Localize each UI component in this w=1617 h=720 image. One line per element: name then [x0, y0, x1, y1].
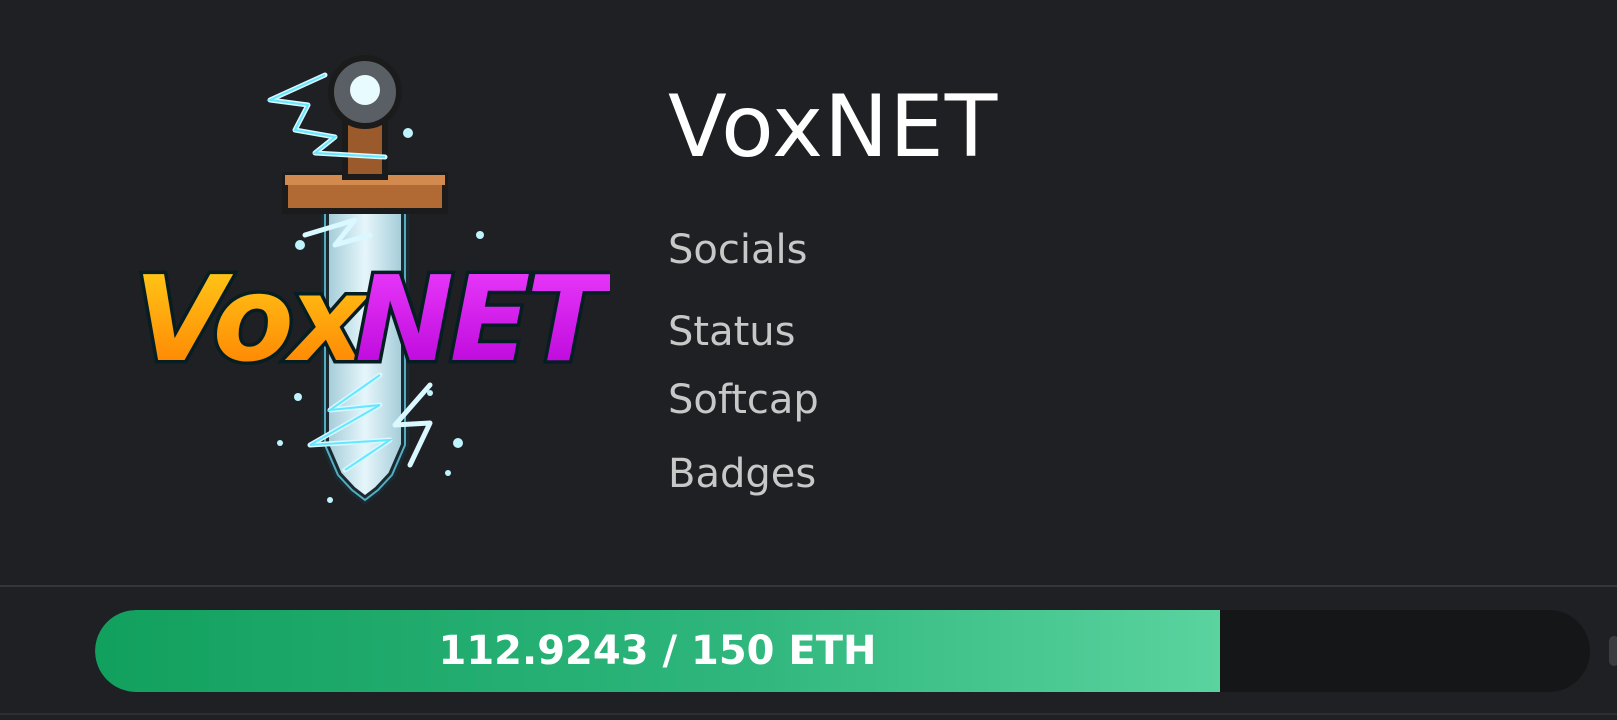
- sword-logo-icon: Vox NET: [131, 55, 610, 506]
- raise-progress-text: 112.9243 / 150 ETH: [438, 628, 877, 674]
- project-card: Vox NET VoxNET Socials Status Softcap Ba…: [0, 0, 1617, 720]
- raise-progress-bar: 112.9243 / 150 ETH: [95, 610, 1590, 692]
- logo-text-vox: Vox: [134, 250, 370, 388]
- project-logo: Vox NET: [130, 45, 610, 535]
- softcap-label: Softcap: [668, 377, 819, 423]
- section-divider: [0, 585, 1617, 587]
- badges-label: Badges: [668, 451, 817, 497]
- status-label: Status: [668, 309, 796, 355]
- logo-text-net: NET: [355, 250, 610, 388]
- bottom-divider: [0, 713, 1617, 715]
- socials-label: Socials: [668, 227, 808, 273]
- scroll-edge-indicator: [1609, 636, 1617, 666]
- project-title: VoxNET: [668, 77, 999, 177]
